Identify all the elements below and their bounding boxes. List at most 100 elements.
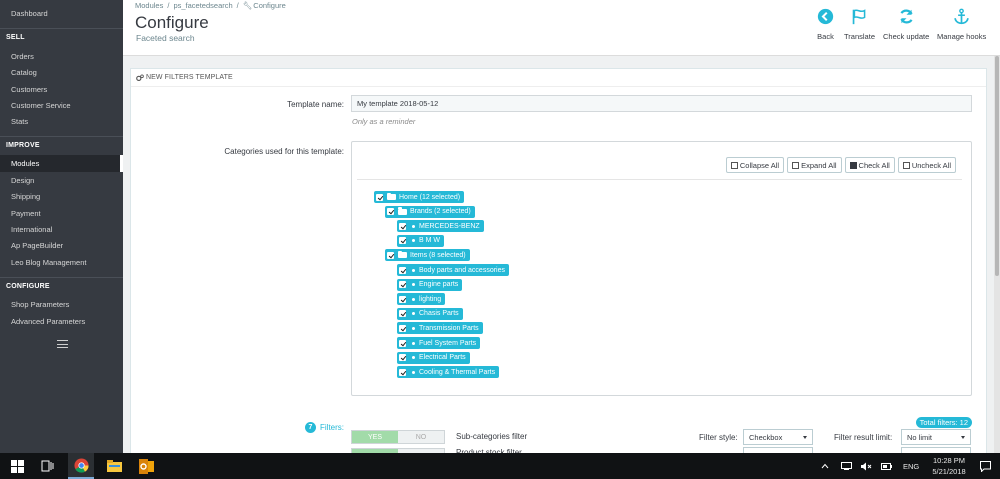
breadcrumb-configure: Configure bbox=[253, 1, 286, 10]
collapse-all-button[interactable]: Collapse All bbox=[725, 157, 785, 173]
battery-icon[interactable] bbox=[879, 453, 893, 479]
tree-checkbox[interactable] bbox=[399, 310, 406, 318]
back-button[interactable]: Back bbox=[817, 8, 834, 41]
sidebar-item-shipping[interactable]: Shipping bbox=[11, 192, 40, 201]
categories-label: Categories used for this template: bbox=[224, 147, 344, 156]
sidebar-item-modules[interactable]: Modules bbox=[11, 159, 39, 168]
outlook-icon[interactable] bbox=[134, 453, 158, 479]
switch-yes[interactable]: YES bbox=[352, 431, 398, 443]
tree-checkbox[interactable] bbox=[399, 281, 406, 289]
wrench-icon: 🔧︎ bbox=[242, 1, 253, 10]
sidebar-item-customers[interactable]: Customers bbox=[11, 85, 47, 94]
template-name-input[interactable] bbox=[351, 95, 972, 112]
language-indicator[interactable]: ENG bbox=[903, 462, 919, 471]
tree-checkbox[interactable] bbox=[399, 237, 406, 245]
tree-leaf-node[interactable]: lighting bbox=[397, 293, 446, 306]
translate-button[interactable]: Translate bbox=[844, 8, 875, 41]
sidebar-item-design[interactable]: Design bbox=[11, 176, 34, 185]
tree-checkbox[interactable] bbox=[399, 222, 406, 230]
task-view-icon[interactable] bbox=[38, 453, 56, 479]
tree-checkbox[interactable] bbox=[387, 208, 394, 216]
tree-checkbox[interactable] bbox=[399, 295, 406, 303]
bullet-icon bbox=[412, 224, 415, 228]
tree-folder-node[interactable]: Brands (2 selected) bbox=[385, 205, 475, 218]
sidebar-item-payment[interactable]: Payment bbox=[11, 209, 41, 218]
tree-leaf-node[interactable]: MERCEDES-BENZ bbox=[397, 220, 484, 233]
manage-hooks-button[interactable]: Manage hooks bbox=[937, 8, 986, 41]
sidebar-divider bbox=[0, 277, 123, 278]
tree-leaf-node[interactable]: Cooling & Thermal Parts bbox=[397, 366, 500, 379]
tree-checkbox[interactable] bbox=[399, 266, 406, 274]
tree-checkbox[interactable] bbox=[399, 354, 406, 362]
tree-node-label: Engine parts bbox=[419, 281, 459, 289]
sidebar-item-dashboard[interactable]: Dashboard bbox=[11, 9, 48, 18]
check-update-button[interactable]: Check update bbox=[883, 8, 929, 41]
sidebar-item-stats[interactable]: Stats bbox=[11, 117, 28, 126]
panel-title: NEW FILTERS TEMPLATE bbox=[146, 74, 233, 81]
file-explorer-icon[interactable] bbox=[102, 453, 126, 479]
tree-leaf-node[interactable]: Body parts and accessories bbox=[397, 264, 509, 276]
bullet-icon bbox=[412, 239, 415, 243]
scrollbar-thumb[interactable] bbox=[995, 56, 999, 276]
breadcrumb-module[interactable]: ps_facetedsearch bbox=[173, 1, 232, 10]
sidebar-item-advanced-parameters[interactable]: Advanced Parameters bbox=[11, 317, 85, 326]
tree-leaf-node[interactable]: Fuel System Parts bbox=[397, 337, 481, 349]
tree-checkbox[interactable] bbox=[387, 251, 394, 259]
check-all-button[interactable]: Check All bbox=[844, 157, 895, 173]
tree-node-label: Home (12 selected) bbox=[399, 193, 461, 201]
sidebar-heading-improve: IMPROVE bbox=[6, 142, 40, 149]
sub-categories-switch[interactable]: YES NO bbox=[351, 430, 445, 444]
notifications-icon[interactable] bbox=[977, 453, 993, 479]
network-icon[interactable] bbox=[839, 453, 853, 479]
folder-open-icon bbox=[398, 250, 407, 259]
tree-leaf-node[interactable]: B M W bbox=[397, 234, 444, 247]
filter-style-select[interactable]: Checkbox bbox=[743, 429, 813, 445]
switch-no[interactable]: NO bbox=[398, 431, 444, 443]
tree-node-label: lighting bbox=[419, 295, 442, 303]
template-name-help: Only as a reminder bbox=[352, 117, 416, 126]
page-subtitle: Faceted search bbox=[136, 33, 195, 43]
breadcrumb-modules[interactable]: Modules bbox=[135, 1, 163, 10]
back-circle-icon bbox=[817, 8, 834, 25]
tree-checkbox[interactable] bbox=[376, 193, 383, 201]
sidebar-item-customer-service[interactable]: Customer Service bbox=[11, 101, 71, 110]
clock-time[interactable]: 10:28 PM bbox=[928, 456, 970, 465]
sidebar-item-orders[interactable]: Orders bbox=[11, 52, 34, 61]
windows-start-icon[interactable] bbox=[8, 453, 26, 479]
sidebar-item-international[interactable]: International bbox=[11, 225, 52, 234]
page-scrollbar[interactable] bbox=[994, 56, 1000, 453]
tree-node-label: Transmission Parts bbox=[419, 324, 479, 332]
tree-folder-node[interactable]: Items (8 selected) bbox=[385, 249, 470, 262]
tree-leaf-node[interactable]: Chasis Parts bbox=[397, 307, 463, 320]
expand-icon bbox=[792, 161, 800, 169]
tree-leaf-node[interactable]: Transmission Parts bbox=[397, 322, 483, 335]
collapse-all-label: Collapse All bbox=[739, 160, 780, 170]
expand-all-button[interactable]: Expand All bbox=[787, 157, 842, 173]
sidebar-item-shop-parameters[interactable]: Shop Parameters bbox=[11, 300, 69, 309]
tree-leaf-node[interactable]: Electrical Parts bbox=[397, 351, 470, 364]
sidebar-item-leo-blog[interactable]: Leo Blog Management bbox=[11, 258, 86, 267]
tree-checkbox[interactable] bbox=[399, 324, 406, 332]
sidebar-item-catalog[interactable]: Catalog bbox=[11, 68, 37, 77]
chrome-icon[interactable] bbox=[68, 453, 94, 479]
filter-limit-select[interactable]: No limit bbox=[901, 429, 971, 445]
chevron-up-icon[interactable] bbox=[818, 453, 832, 479]
tree-node-label: B M W bbox=[419, 237, 440, 245]
filters-label: Filters: bbox=[320, 423, 344, 432]
clock-date[interactable]: 5/21/2018 bbox=[928, 467, 970, 476]
bullet-icon bbox=[412, 283, 415, 287]
tree-leaf-node[interactable]: Engine parts bbox=[397, 278, 463, 291]
filter-limit-label: Filter result limit: bbox=[834, 433, 893, 442]
tree-node-label: Brands (2 selected) bbox=[410, 208, 471, 216]
menu-collapse-icon[interactable] bbox=[57, 340, 68, 348]
filters-heading: 7 Filters: bbox=[305, 422, 344, 433]
volume-muted-icon[interactable] bbox=[859, 453, 873, 479]
tree-folder-node[interactable]: Home (12 selected) bbox=[374, 191, 465, 203]
sidebar-item-ap-pagebuilder[interactable]: Ap PageBuilder bbox=[11, 241, 63, 250]
sidebar-divider bbox=[0, 28, 123, 29]
tree-checkbox[interactable] bbox=[399, 339, 406, 347]
tree-node-label: Body parts and accessories bbox=[419, 266, 505, 274]
flag-icon bbox=[852, 9, 866, 25]
uncheck-all-button[interactable]: Uncheck All bbox=[897, 157, 956, 173]
tree-checkbox[interactable] bbox=[399, 368, 406, 376]
